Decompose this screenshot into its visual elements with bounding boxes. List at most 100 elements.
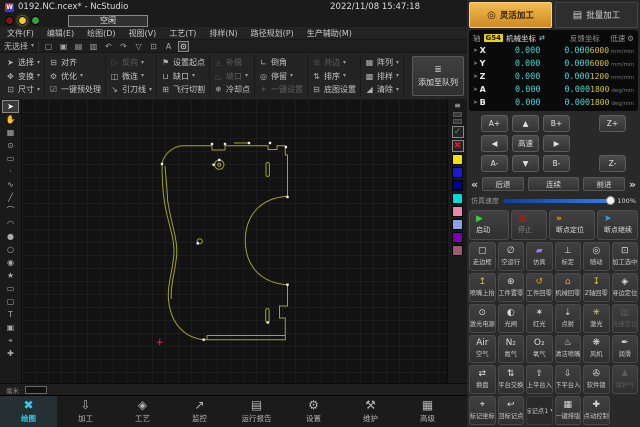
workpiece-home-button[interactable]: ↺工件回零 — [526, 273, 553, 302]
ribbon-item-onekey-preprocess[interactable]: ☑一键预处理 — [49, 83, 101, 96]
batch-machining-button[interactable]: ▤批量加工 — [555, 2, 638, 28]
calibrate-button[interactable]: ⊥标定 — [555, 242, 582, 271]
jog-z-plus-button[interactable]: Z+ — [599, 115, 626, 132]
machine-home-button[interactable]: ⌂机械回零 — [555, 273, 582, 302]
breakpoint-continue-button[interactable]: ➤断点继续 — [597, 210, 638, 240]
frame-select-icon[interactable]: ⊡ — [148, 41, 159, 52]
color-swatch-lavender[interactable] — [452, 219, 463, 230]
oxygen-button[interactable]: O₂氧气 — [526, 335, 553, 364]
jog-z-minus-button[interactable]: Z- — [599, 155, 626, 172]
select-tool-icon[interactable]: ➤ — [2, 100, 19, 113]
ribbon-item-size[interactable]: ⊡尺寸▾ — [6, 83, 40, 96]
line-tool-icon[interactable]: ╱ — [2, 191, 19, 204]
pan-tool-icon[interactable]: ✋ — [2, 113, 19, 126]
follow-button[interactable]: ◎随动 — [583, 242, 610, 271]
jog-right-button[interactable]: ▶ — [543, 135, 570, 152]
axis-jog-icon[interactable]: ➤ — [473, 60, 480, 67]
ribbon-item-flycut[interactable]: ⊞飞行切割 — [161, 83, 205, 96]
jog-left-button[interactable]: ◀ — [481, 135, 508, 152]
axis-jog-icon[interactable]: ➤ — [473, 47, 480, 54]
grating-locate-button[interactable]: ▥光栅定位 — [612, 304, 639, 333]
zoom-tool-icon[interactable]: ⊙ — [2, 139, 19, 152]
jog-down-button[interactable]: ▼ — [512, 155, 539, 172]
ribbon-item-transform[interactable]: ✥变换▾ — [6, 70, 40, 83]
color-swatch-navy[interactable] — [452, 180, 463, 191]
ribbon-item-reverse[interactable]: ▷反向▾ — [110, 56, 152, 69]
protect-gas-button[interactable]: ♟保护气 — [612, 365, 639, 394]
speed-slider[interactable] — [503, 199, 613, 203]
grid-tool-icon[interactable]: ▦ — [2, 126, 19, 139]
center-tool-icon[interactable]: ⌖ — [2, 334, 19, 347]
air-button[interactable]: Air空气 — [469, 335, 496, 364]
ribbon-item-clear[interactable]: ◢清除▾ — [365, 83, 399, 96]
text-tool-icon[interactable]: T — [2, 308, 19, 321]
speed-mode-label[interactable]: 低速 — [610, 33, 625, 44]
chevrons-right-icon[interactable]: » — [629, 178, 636, 191]
dry-run-button[interactable]: ∅空运行 — [498, 242, 525, 271]
selection-dropdown[interactable]: 无选择 ▾ — [4, 41, 39, 52]
frame-trace-button[interactable]: ▢走边框 — [469, 242, 496, 271]
axis-jog-icon[interactable]: ➤ — [473, 99, 480, 106]
ribbon-item-basemap-setting[interactable]: ⊟底图设置 — [312, 83, 356, 96]
ribbon-item-array[interactable]: ▦阵列▾ — [365, 56, 399, 69]
rounded-rect-tool-icon[interactable]: ▢ — [2, 295, 19, 308]
ellipse-tool-icon[interactable]: ● — [2, 230, 19, 243]
layer-off-x-icon[interactable]: ✖ — [452, 140, 464, 152]
lower-platform-in-button[interactable]: ⇩下平台入 — [555, 365, 582, 394]
drawing-canvas[interactable] — [22, 99, 447, 383]
redo-icon[interactable]: ↷ — [118, 41, 129, 52]
menu-edit[interactable]: 编辑(E) — [47, 28, 74, 39]
flexible-machining-button[interactable]: ◎灵活加工 — [469, 2, 552, 28]
tab-advanced[interactable]: ▦高级 — [399, 396, 456, 427]
jog-a-plus-button[interactable]: A+ — [481, 115, 508, 132]
ribbon-item-compensation[interactable]: ◬补偿 — [214, 56, 250, 69]
ribbon-item-dwell[interactable]: ◎停留▾ — [259, 70, 303, 83]
ribbon-item-bevel[interactable]: ◺坡口▾ — [214, 70, 250, 83]
cross-tool-icon[interactable]: ✚ — [2, 347, 19, 360]
rect-tool-icon[interactable]: ▭ — [2, 282, 19, 295]
z-home-button[interactable]: ↧Z轴回零 — [583, 273, 610, 302]
machine-coord-header[interactable]: 机械坐标 — [506, 33, 536, 44]
tab-process[interactable]: ◈工艺 — [114, 396, 171, 427]
jog-a-minus-button[interactable]: A- — [481, 155, 508, 172]
stop-button[interactable]: ■停止 — [511, 210, 547, 240]
chevrons-left-icon[interactable]: « — [471, 178, 478, 191]
ribbon-item-onekey-setting[interactable]: ✦一键设置 — [259, 83, 303, 96]
zoom-tool-icon[interactable]: ⊙ — [178, 41, 189, 52]
filter-icon[interactable]: ▽ — [133, 41, 144, 52]
tab-settings[interactable]: ⚙设置 — [285, 396, 342, 427]
edge-seek-button[interactable]: ◈寻边定位 — [612, 273, 639, 302]
shutter-button[interactable]: ◐光闸 — [498, 304, 525, 333]
red-light-button[interactable]: ✶红光 — [526, 304, 553, 333]
continuous-mode-button[interactable]: 连续 — [528, 177, 580, 191]
tray-swap-button[interactable]: ⇄换盘 — [469, 365, 496, 394]
laser-button[interactable]: ✳激光 — [583, 304, 610, 333]
lubricate-button[interactable]: ✒润滑 — [612, 335, 639, 364]
color-swatch-pink[interactable] — [452, 206, 463, 217]
arc3-tool-icon[interactable]: ◠ — [2, 217, 19, 230]
color-swatch-purple[interactable] — [452, 232, 463, 243]
upper-platform-in-button[interactable]: ⇧上平台入 — [526, 365, 553, 394]
image-tool-icon[interactable]: ▣ — [2, 321, 19, 334]
laser-power-button[interactable]: ⊙激光电源 — [469, 304, 496, 333]
color-swatch-mauve[interactable] — [452, 245, 463, 256]
jog-b-minus-button[interactable]: B- — [543, 155, 570, 172]
menu-nesting[interactable]: 排样(N) — [209, 28, 237, 39]
ribbon-item-optimize[interactable]: ⚙优化▾ — [49, 70, 101, 83]
fan-button[interactable]: ❋风机 — [583, 335, 610, 364]
mark-point-dropdown[interactable]: 标记点1▾ — [526, 396, 553, 425]
menu-view[interactable]: 视图(V) — [129, 28, 157, 39]
ribbon-item-microjoint[interactable]: ◫微连▾ — [110, 70, 152, 83]
ring-tool-icon[interactable]: ◉ — [2, 256, 19, 269]
axis-jog-icon[interactable]: ➤ — [473, 73, 480, 80]
nozzle-lift-button[interactable]: ↥喷嘴上抬 — [469, 273, 496, 302]
command-input[interactable] — [25, 386, 47, 394]
simulate-button[interactable]: ▰仿真 — [526, 242, 553, 271]
menu-file[interactable]: 文件(F) — [7, 28, 34, 39]
ribbon-item-sort[interactable]: ⇅排序▾ — [312, 70, 356, 83]
clean-nozzle-button[interactable]: ♨清洁喷嘴 — [555, 335, 582, 364]
ruler-tool-icon[interactable]: ▭ — [2, 152, 19, 165]
jog-control-button[interactable]: ✚点动控制 — [583, 396, 610, 425]
tab-run-report[interactable]: ▤运行报告 — [228, 396, 285, 427]
circle-tool-icon[interactable]: ○ — [2, 243, 19, 256]
